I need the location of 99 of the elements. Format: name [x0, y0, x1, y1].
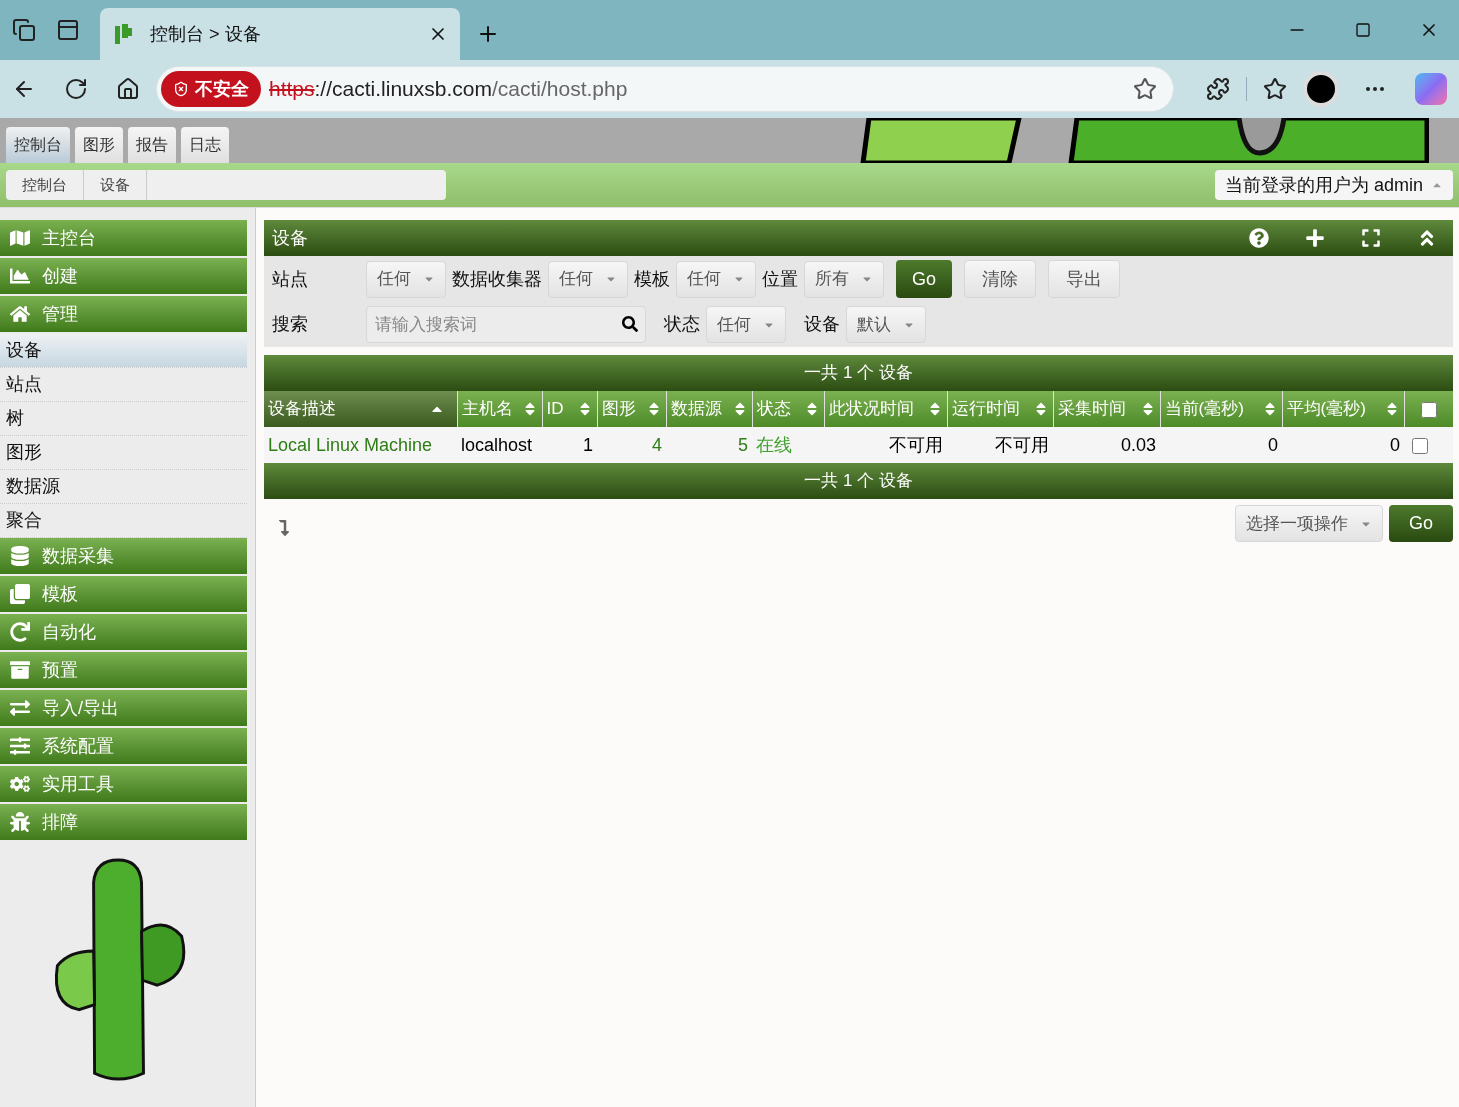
- filter-dropdown[interactable]: 任何: [366, 260, 446, 298]
- sliders-icon: [10, 736, 30, 756]
- go-button[interactable]: Go: [1389, 505, 1453, 542]
- profile-avatar[interactable]: [1303, 71, 1339, 107]
- filter-label: 位置: [762, 267, 798, 291]
- filter-label: 设备: [804, 313, 840, 336]
- menu-header[interactable]: 自动化: [0, 614, 247, 650]
- panel-title: 设备: [272, 226, 308, 250]
- table-cell[interactable]: 4: [597, 427, 666, 463]
- archive-icon: [10, 660, 30, 680]
- menu-header[interactable]: 系统配置: [0, 728, 247, 764]
- nav-tab[interactable]: 控制台: [6, 127, 70, 163]
- help-icon[interactable]: [1249, 228, 1269, 248]
- nav-tab[interactable]: 图形: [75, 127, 123, 163]
- column-header[interactable]: 状态: [752, 391, 824, 427]
- menu-header[interactable]: 管理: [0, 296, 247, 332]
- filter-label: 状态: [664, 313, 700, 336]
- maximize-icon[interactable]: [1355, 22, 1371, 38]
- filter-dropdown[interactable]: 任何: [548, 260, 628, 298]
- area-chart-icon: [10, 266, 30, 286]
- menu-header[interactable]: 排障: [0, 804, 247, 840]
- extensions-icon[interactable]: [1206, 77, 1230, 101]
- menu-item[interactable]: 数据源: [0, 470, 247, 504]
- url-text: https://cacti.linuxsb.com/cacti/host.php: [269, 76, 628, 103]
- table-cell: 1: [542, 427, 597, 463]
- menu-item[interactable]: 图形: [0, 436, 247, 470]
- copy-icon: [10, 584, 30, 604]
- menu-header[interactable]: 数据采集: [0, 538, 247, 574]
- filter-dropdown[interactable]: 默认: [846, 306, 926, 343]
- column-header[interactable]: 主机名: [457, 391, 542, 427]
- column-header[interactable]: 采集时间: [1053, 391, 1160, 427]
- add-icon[interactable]: [1305, 228, 1325, 248]
- menu-header[interactable]: 实用工具: [0, 766, 247, 802]
- filter-dropdown[interactable]: 任何: [676, 260, 756, 298]
- nav-tab[interactable]: 报告: [128, 127, 176, 163]
- column-header[interactable]: 运行时间: [947, 391, 1053, 427]
- table-cell[interactable]: Local Linux Machine: [264, 427, 457, 463]
- row-checkbox[interactable]: [1412, 437, 1428, 454]
- search-field[interactable]: 请输入搜索词: [366, 306, 646, 343]
- fullscreen-icon[interactable]: [1361, 228, 1381, 248]
- copilot-icon[interactable]: [1415, 73, 1447, 105]
- column-header[interactable]: 平均(毫秒): [1282, 391, 1404, 427]
- breadcrumb-link[interactable]: 控制台: [6, 170, 84, 200]
- breadcrumb-link[interactable]: 设备: [84, 170, 147, 200]
- home-icon: [10, 304, 30, 324]
- workspaces-icon[interactable]: [12, 18, 36, 42]
- filter-label: 数据收集器: [452, 267, 542, 291]
- refresh-icon: [10, 622, 30, 642]
- filter-label: 模板: [634, 267, 670, 291]
- table-cell: localhost: [457, 427, 542, 463]
- table-cell: 0: [1282, 427, 1404, 463]
- home-icon[interactable]: [116, 77, 140, 101]
- table-cell: 不可用: [824, 427, 947, 463]
- table-cell[interactable]: 5: [666, 427, 752, 463]
- filter-button[interactable]: 清除: [964, 260, 1036, 298]
- filter-dropdown[interactable]: 所有: [804, 260, 884, 298]
- table-cell: 0: [1160, 427, 1282, 463]
- tab-title: 控制台 > 设备: [150, 22, 262, 46]
- menu-header[interactable]: 主控台: [0, 220, 247, 256]
- gears-icon: [10, 774, 30, 794]
- action-dropdown[interactable]: 选择一项操作: [1235, 505, 1383, 542]
- favorite-star-icon[interactable]: [1133, 77, 1157, 101]
- column-header[interactable]: 当前(毫秒): [1160, 391, 1282, 427]
- table-cell: 0.03: [1053, 427, 1160, 463]
- menu-item[interactable]: 树: [0, 402, 247, 436]
- user-menu-button[interactable]: 当前登录的用户为 admin: [1214, 170, 1453, 200]
- column-header[interactable]: 图形: [597, 391, 666, 427]
- browser-tab[interactable]: 控制台 > 设备: [100, 8, 460, 60]
- column-header[interactable]: ID: [542, 391, 597, 427]
- not-secure-badge[interactable]: 不安全: [161, 71, 261, 107]
- database-icon: [10, 546, 30, 566]
- summary-bar: 一共 1 个 设备: [264, 463, 1453, 499]
- menu-header[interactable]: 预置: [0, 652, 247, 688]
- column-header[interactable]: 设备描述: [264, 391, 457, 427]
- table-cell: 不可用: [947, 427, 1053, 463]
- search-icon: [622, 316, 638, 332]
- nav-tab[interactable]: 日志: [181, 127, 229, 163]
- menu-header[interactable]: 模板: [0, 576, 247, 612]
- go-button[interactable]: Go: [896, 260, 952, 298]
- menu-item[interactable]: 设备: [0, 334, 247, 368]
- table-cell: 在线: [752, 427, 824, 463]
- select-all-checkbox[interactable]: [1420, 401, 1437, 418]
- filter-button[interactable]: 导出: [1048, 260, 1120, 298]
- menu-item[interactable]: 站点: [0, 368, 247, 402]
- map-icon: [10, 228, 30, 248]
- bug-icon: [10, 812, 30, 832]
- menu-header[interactable]: 创建: [0, 258, 247, 294]
- reload-icon[interactable]: [64, 77, 88, 101]
- swap-arrows-icon: [10, 698, 30, 718]
- filter-label: 搜索: [272, 313, 309, 336]
- favorites-icon[interactable]: [1263, 77, 1287, 101]
- filter-label: 站点: [272, 267, 309, 291]
- column-header[interactable]: 此状况时间: [824, 391, 947, 427]
- summary-bar: 一共 1 个 设备: [264, 355, 1453, 391]
- corner-arrow-icon: [276, 519, 292, 536]
- tab-actions-icon[interactable]: [56, 18, 80, 42]
- address-field[interactable]: 不安全 https://cacti.linuxsb.com/cacti/host.php: [156, 66, 1174, 112]
- filter-dropdown[interactable]: 任何: [706, 306, 786, 343]
- menu-header[interactable]: 导入/导出: [0, 690, 247, 726]
